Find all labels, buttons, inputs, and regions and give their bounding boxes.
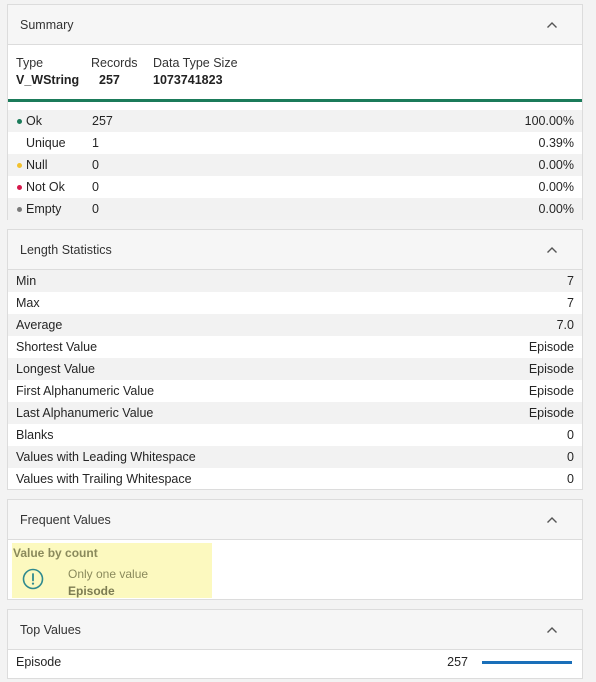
ok-dot-icon [17, 119, 22, 124]
stat-row-max: Max 7 [8, 292, 582, 314]
summary-title: Summary [20, 17, 74, 32]
length-statistics-panel: Length Statistics Min 7 Max 7 Average 7.0 S… [7, 229, 583, 490]
stat-label: Blanks [16, 428, 54, 442]
summary-panel: Summary Type V_WString Records 257 Data … [7, 4, 583, 220]
stat-row-average: Average 7.0 [8, 314, 582, 336]
stat-row-last-alnum: Last Alphanumeric Value Episode [8, 402, 582, 424]
not-ok-dot-icon [17, 185, 22, 190]
summary-row-percent: 0.00% [538, 158, 574, 172]
summary-row-count: 0 [92, 158, 99, 172]
stat-value: 7.0 [556, 318, 574, 332]
chevron-up-icon[interactable] [546, 516, 558, 524]
summary-row-null: Null 0 0.00% [8, 154, 582, 176]
summary-row-name: Null [26, 158, 48, 172]
stat-label: Values with Trailing Whitespace [16, 472, 192, 486]
length-statistics-header[interactable]: Length Statistics [8, 230, 582, 270]
exclamation-circle-icon [22, 568, 44, 590]
value-by-count-notice: Value by count Only one value Episode [12, 543, 212, 598]
type-info: Type V_WString [16, 56, 79, 87]
summary-rows: Ok 257 100.00% Unique 1 0.39% Null 0 0.0… [8, 102, 582, 220]
summary-row-percent: 0.00% [538, 202, 574, 216]
summary-row-count: 257 [92, 114, 113, 128]
summary-row-ok: Ok 257 100.00% [8, 110, 582, 132]
summary-row-name: Unique [26, 136, 66, 150]
summary-header[interactable]: Summary [8, 5, 582, 45]
stat-row-leading-ws: Values with Leading Whitespace 0 [8, 446, 582, 468]
stat-value: 7 [567, 274, 574, 288]
top-value-row: Episode 257 [8, 651, 582, 673]
stat-row-shortest: Shortest Value Episode [8, 336, 582, 358]
size-value: 1073741823 [153, 73, 223, 87]
chevron-up-icon[interactable] [546, 21, 558, 29]
stat-label: Max [16, 296, 40, 310]
frequent-values-header[interactable]: Frequent Values [8, 500, 582, 540]
stat-row-longest: Longest Value Episode [8, 358, 582, 380]
stat-value: Episode [528, 362, 574, 376]
summary-row-percent: 0.00% [538, 180, 574, 194]
only-one-value-message: Only one value [68, 567, 149, 581]
stat-value: Episode [528, 384, 574, 398]
length-statistics-title: Length Statistics [20, 242, 112, 257]
summary-row-percent: 0.39% [538, 136, 574, 150]
top-values-panel: Top Values Episode 257 [7, 609, 583, 679]
top-value-name: Episode [16, 655, 62, 669]
top-values-header[interactable]: Top Values [8, 610, 582, 650]
summary-row-name: Not Ok [26, 180, 65, 194]
stat-label: Shortest Value [16, 340, 98, 354]
summary-row-count: 0 [92, 180, 99, 194]
stat-value: Episode [528, 406, 574, 420]
stat-value: 0 [567, 428, 574, 442]
summary-row-empty: Empty 0 0.00% [8, 198, 582, 220]
stat-label: Last Alphanumeric Value [16, 406, 154, 420]
summary-row-percent: 100.00% [524, 114, 574, 128]
top-values-title: Top Values [20, 622, 81, 637]
frequent-values-panel: Frequent Values Value by count Only one … [7, 499, 583, 600]
frequent-values-title: Frequent Values [20, 512, 111, 527]
summary-row-name: Empty [26, 202, 62, 216]
size-info: Data Type Size 1073741823 [153, 56, 238, 87]
top-value-count: 257 [447, 655, 468, 669]
summary-row-count: 0 [92, 202, 99, 216]
stat-label: Longest Value [16, 362, 95, 376]
size-label: Data Type Size [153, 56, 238, 70]
type-value: V_WString [16, 73, 80, 87]
chevron-up-icon[interactable] [546, 626, 558, 634]
summary-row-unique: Unique 1 0.39% [8, 132, 582, 154]
stat-label: Min [16, 274, 37, 288]
top-value-bar [482, 661, 572, 664]
summary-row-count: 1 [92, 136, 99, 150]
null-dot-icon [17, 163, 22, 168]
stat-value: 0 [567, 472, 574, 486]
summary-row-not-ok: Not Ok 0 0.00% [8, 176, 582, 198]
summary-info: Type V_WString Records 257 Data Type Siz… [8, 45, 582, 99]
chevron-up-icon[interactable] [546, 246, 558, 254]
stat-value: 0 [567, 450, 574, 464]
value-by-count-title: Value by count [13, 546, 98, 560]
top-value-bar-track [482, 661, 572, 664]
stat-row-trailing-ws: Values with Trailing Whitespace 0 [8, 468, 582, 490]
length-statistics-rows: Min 7 Max 7 Average 7.0 Shortest Value Episo… [8, 270, 582, 490]
stat-label: First Alphanumeric Value [16, 384, 155, 398]
records-info: Records 257 [91, 56, 138, 87]
records-label: Records [91, 56, 138, 70]
stat-row-min: Min 7 [8, 270, 582, 292]
stat-row-blanks: Blanks 0 [8, 424, 582, 446]
stat-label: Values with Leading Whitespace [16, 450, 196, 464]
empty-dot-icon [17, 207, 22, 212]
records-value: 257 [99, 73, 120, 87]
only-one-value-text: Episode [68, 584, 115, 598]
type-label: Type [16, 56, 44, 70]
stat-value: 7 [567, 296, 574, 310]
stat-row-first-alnum: First Alphanumeric Value Episode [8, 380, 582, 402]
stat-label: Average [16, 318, 63, 332]
summary-row-name: Ok [26, 114, 42, 128]
stat-value: Episode [528, 340, 574, 354]
